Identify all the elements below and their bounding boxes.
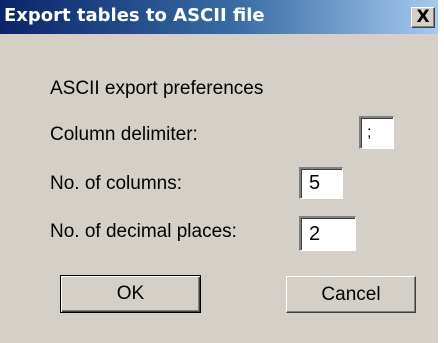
close-icon: X: [416, 7, 430, 27]
column-delimiter-label: Column delimiter:: [50, 124, 198, 145]
num-columns-field[interactable]: [299, 167, 343, 199]
cancel-button[interactable]: Cancel: [286, 276, 416, 313]
export-dialog: Export tables to ASCII file X ASCII expo…: [0, 0, 438, 343]
title-bar[interactable]: Export tables to ASCII file X: [0, 0, 438, 34]
window-title: Export tables to ASCII file: [4, 5, 265, 26]
ok-button[interactable]: OK: [60, 275, 201, 313]
section-heading: ASCII export preferences: [50, 78, 264, 99]
num-columns-label: No. of columns:: [50, 173, 182, 194]
decimal-places-label: No. of decimal places:: [50, 221, 237, 242]
column-delimiter-field[interactable]: [359, 116, 394, 149]
decimal-places-field[interactable]: [299, 216, 356, 251]
close-button[interactable]: X: [411, 7, 435, 28]
